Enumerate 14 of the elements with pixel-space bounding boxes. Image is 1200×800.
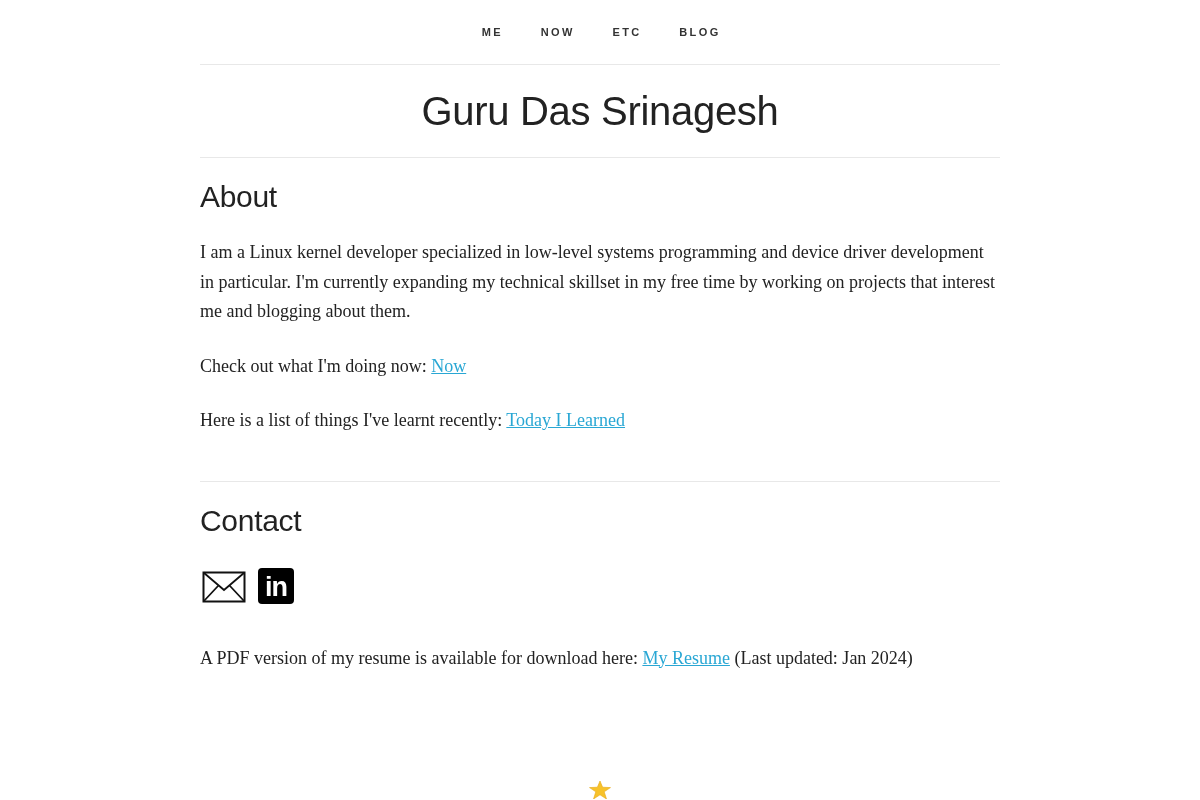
envelope-icon[interactable] — [202, 570, 246, 603]
paragraph: Check out what I'm doing now: Now — [200, 354, 468, 378]
nav-link[interactable]: ME — [481, 23, 504, 41]
paragraph: I am a Linux kernel developer specialized in low-level systems programming and device driver development in particular. I'm currently expanding my technical skillset in my free time by working on projects that interest me and blogging about them. — [200, 241, 997, 323]
in-logo-link[interactable]: in — [258, 567, 294, 604]
section-heading: About — [200, 179, 278, 215]
paragraph: Here is a list of things I've learnt recently: Today I Learned — [200, 409, 627, 432]
section-heading: Contact — [200, 502, 303, 539]
star-icon — [589, 781, 611, 799]
nav-link[interactable]: BLOG — [679, 23, 721, 41]
nav-link[interactable]: ETC — [612, 23, 642, 41]
nav-link[interactable]: NOW — [540, 23, 575, 41]
site-title: Guru Das Srinagesh — [421, 88, 779, 135]
paragraph: A PDF version of my resume is available for download here: My Resume (Last updated: Jan 2024) — [200, 646, 914, 670]
